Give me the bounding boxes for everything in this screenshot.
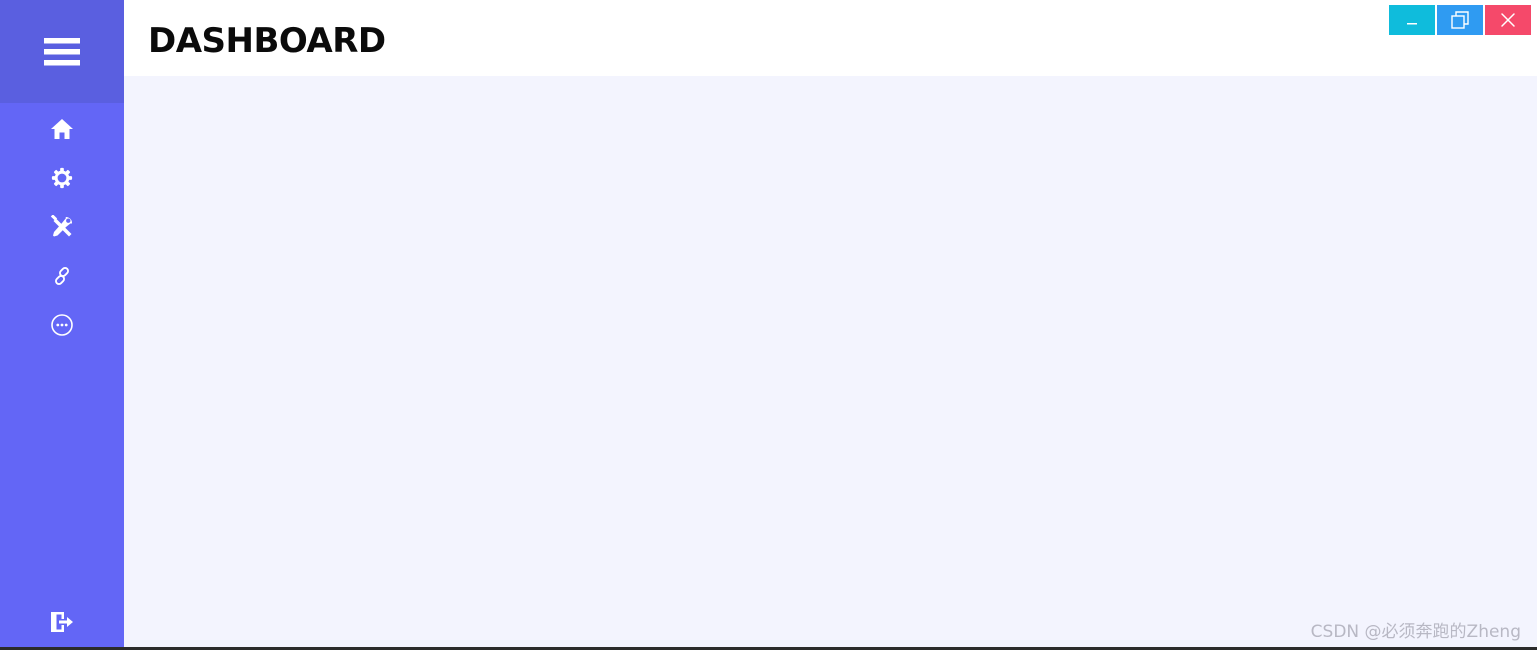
gear-icon [51, 167, 73, 188]
tools-icon [50, 214, 73, 236]
sidebar-item-settings[interactable] [0, 153, 124, 202]
home-icon [51, 118, 73, 139]
minimize-icon [1407, 23, 1417, 25]
restore-button[interactable] [1437, 5, 1483, 35]
logout-button[interactable] [0, 598, 124, 646]
menu-toggle-button[interactable] [42, 34, 82, 70]
sidebar-item-tools[interactable] [0, 202, 124, 251]
sidebar-header [0, 0, 124, 103]
main-content-area [124, 76, 1537, 647]
sidebar-item-links[interactable] [0, 251, 124, 300]
more-icon [51, 313, 73, 336]
link-icon [55, 266, 69, 285]
hamburger-menu-icon [44, 37, 80, 65]
sidebar-item-home[interactable] [0, 104, 124, 153]
app-window: DASHBOARD CSDN @必须奔跑的Zheng [0, 0, 1537, 650]
close-button[interactable] [1485, 5, 1531, 35]
logout-icon [51, 612, 73, 632]
sidebar-item-more[interactable] [0, 300, 124, 349]
top-header: DASHBOARD [124, 0, 1537, 76]
close-icon [1501, 13, 1515, 27]
watermark: CSDN @必须奔跑的Zheng [1310, 622, 1521, 642]
restore-icon [1451, 11, 1469, 29]
sidebar [0, 0, 124, 647]
page-title: DASHBOARD [148, 21, 386, 61]
minimize-button[interactable] [1389, 5, 1435, 35]
sidebar-nav [0, 103, 124, 349]
window-controls [1389, 5, 1531, 35]
